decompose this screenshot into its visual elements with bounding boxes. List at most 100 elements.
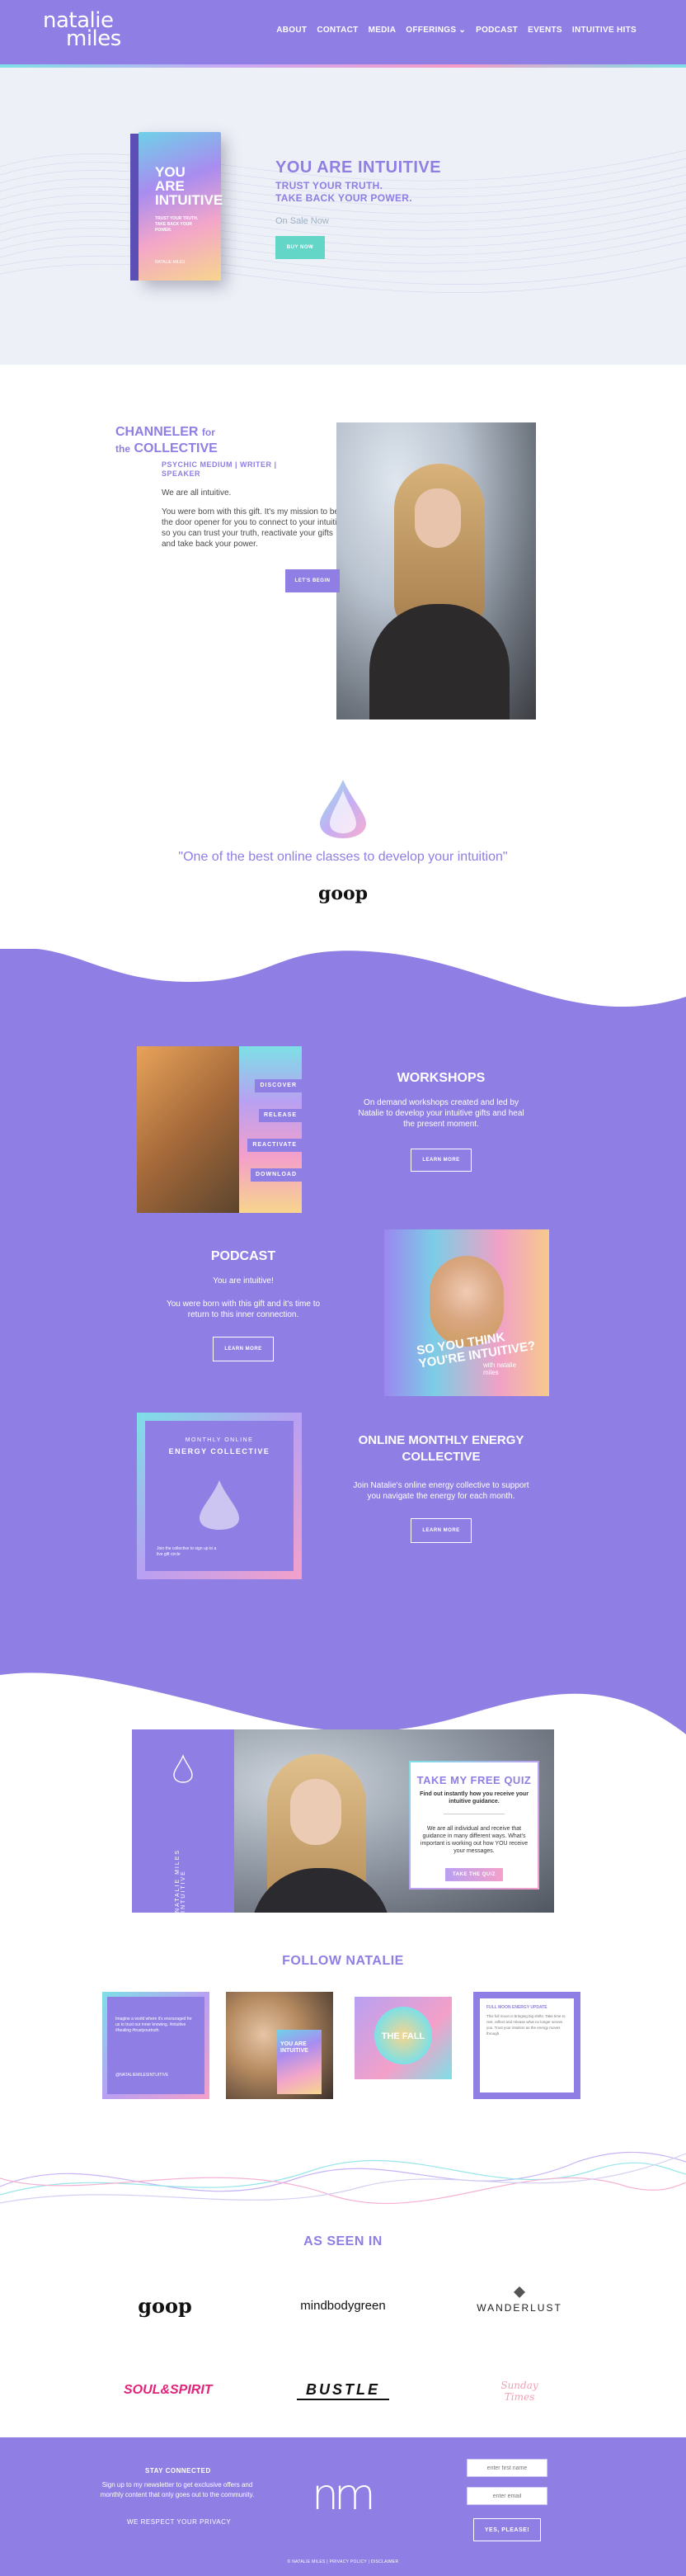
hero-tagline-2: TAKE BACK YOUR POWER. [275,192,412,204]
footer-privacy-note: WE RESPECT YOUR PRIVACY [127,2518,232,2526]
press-logo-soul-spirit: SOUL&SPIRIT [124,2383,213,2397]
workshop-step-discover: DISCOVER [255,1079,302,1092]
instagram-post-1[interactable]: Imagine a world where it's encouraged fo… [102,1992,209,2099]
collective-card-line-1: MONTHLY ONLINE [185,1437,254,1443]
book-cover-title: YOU ARE INTUITIVE [155,164,223,208]
site-header: natalie miles ABOUT CONTACT MEDIA OFFERI… [0,0,686,66]
instagram-post-2[interactable]: YOU ARE INTUITIVE [226,1992,333,2099]
nav-podcast[interactable]: PODCAST [476,26,518,35]
site-logo[interactable]: natalie miles [43,10,121,50]
press-logo-goop: goop [138,2294,192,2318]
workshops-text: On demand workshops created and led by N… [358,1098,524,1129]
wave-lines-background [0,149,686,294]
instagram-post-3-text: THE FALL [381,2031,425,2041]
workshops-image[interactable]: DISCOVER RELEASE REACTIVATE DOWNLOAD [137,1046,302,1213]
instagram-post-4[interactable]: FULL MOON ENERGY UPDATE This full moon i… [473,1992,580,2099]
workshops-title: WORKSHOPS [397,1071,486,1085]
instagram-post-4-text: This full moon is bringing big shifts. T… [486,2014,566,2036]
heading-for: for [201,427,215,438]
on-sale-text: On Sale Now [275,216,329,226]
portrait-body [369,604,510,719]
instagram-post-4-card: FULL MOON ENERGY UPDATE This full moon i… [480,1998,574,2092]
quiz-vertical-text: NATALIE MILES INTUITIVE [175,1848,186,1913]
email-input[interactable] [467,2487,547,2505]
heading-collective: COLLECTIVE [134,441,218,455]
nav-intuitive-hits[interactable]: INTUITIVE HITS [572,26,637,35]
subscribe-button[interactable]: YES, PLEASE! [473,2518,541,2541]
instagram-post-2-book: YOU ARE INTUITIVE [277,2030,322,2094]
press-logo-wanderlust: WANDERLUST [477,2302,562,2314]
portrait-face [415,488,461,548]
channeler-paragraph: You were born with this gift. It's my mi… [162,507,346,549]
workshop-step-release: RELEASE [258,1109,302,1122]
footer-copyright: © NATALIE MILES | PRIVACY POLICY | DISCL… [287,2559,399,2564]
podcast-title: PODCAST [210,1249,276,1263]
droplet-icon [200,1480,239,1530]
instagram-post-1-card: Imagine a world where it's encouraged fo… [107,1997,204,2094]
nav-offerings[interactable]: OFFERINGS ⌄ [406,26,466,35]
footer-title: STAY CONNECTED [145,2467,211,2475]
quiz-card: TAKE MY FREE QUIZ Find out instantly how… [409,1761,539,1890]
press-quote: "One of the best online classes to devel… [178,850,508,864]
nav-media[interactable]: MEDIA [369,26,397,35]
instagram-post-3-card: THE FALL [355,1997,452,2079]
main-nav: ABOUT CONTACT MEDIA OFFERINGS ⌄ PODCAST … [276,26,637,35]
podcast-cover-image[interactable]: SO YOU THINK YOU'RE INTUITIVE? with nata… [384,1229,549,1396]
instagram-post-1-text: Imagine a world where it's encouraged fo… [115,2017,192,2033]
channeler-intro: We are all intuitive. [162,488,232,498]
natalie-portrait-photo [336,422,536,719]
buy-now-button[interactable]: BUY NOW [275,236,325,259]
energy-collective-card: MONTHLY ONLINE ENERGY COLLECTIVE Join th… [145,1421,294,1571]
workshop-step-download: DOWNLOAD [251,1168,302,1182]
first-name-input[interactable] [467,2459,547,2477]
quiz-photo-face [290,1779,341,1845]
quiz-lead-text: Find out instantly how you receive your … [420,1791,529,1805]
channeler-heading: CHANNELER for the COLLECTIVE [115,424,218,457]
quiz-side-panel: NATALIE MILES INTUITIVE [132,1729,234,1913]
wanderlust-diamond-icon [514,2286,525,2298]
book-cover-subtitle: TRUST YOUR TRUTH. TAKE BACK YOUR POWER. [155,216,199,233]
book-cover-author: NATALIE MILES [155,260,186,265]
instagram-post-1-handle: @NATALIEMILESINTUITIVE [115,2073,169,2078]
instagram-post-3[interactable]: THE FALL [350,1992,457,2099]
podcast-text-1: You are intuitive! [213,1276,274,1286]
follow-title: FOLLOW NATALIE [282,1954,404,1968]
goop-logo: goop [317,883,369,904]
nav-about[interactable]: ABOUT [276,26,307,35]
nav-events[interactable]: EVENTS [528,26,562,35]
hero-headline: YOU ARE INTUITIVE [275,158,442,177]
book-cover-image[interactable]: YOU ARE INTUITIVE TRUST YOUR TRUTH. TAKE… [130,132,223,281]
lets-begin-button[interactable]: LET'S BEGIN [285,569,340,592]
workshops-learn-more-button[interactable]: LEARN MORE [411,1149,472,1172]
hero-tagline-1: TRUST YOUR TRUTH. [275,180,383,191]
quiz-body-text: We are all individual and receive that g… [420,1826,529,1854]
collective-learn-more-button[interactable]: LEARN MORE [411,1518,472,1543]
purple-wave-background [0,949,686,1734]
workshops-list-panel: DISCOVER RELEASE REACTIVATE DOWNLOAD [239,1046,302,1213]
droplet-logo-icon [320,780,366,838]
footer-logo[interactable]: nm [312,2470,376,2520]
footer-text: Sign up to my newsletter to get exclusiv… [100,2481,255,2498]
podcast-text-2: You were born with this gift and it's ti… [166,1300,321,1319]
collective-card-caption: Join the collective to sign up to a live… [157,1546,217,1557]
podcast-cover-brand: with natalie miles [483,1361,517,1376]
energy-collective-image[interactable]: MONTHLY ONLINE ENERGY COLLECTIVE Join th… [137,1413,302,1579]
quiz-title: TAKE MY FREE QUIZ [416,1774,532,1786]
press-logo-mindbodygreen: mindbodygreen [300,2299,386,2313]
podcast-learn-more-button[interactable]: LEARN MORE [213,1337,274,1361]
instagram-post-4-title: FULL MOON ENERGY UPDATE [486,2005,547,2010]
hero-section: YOU ARE INTUITIVE TRUST YOUR TRUTH. TAKE… [0,68,686,365]
heading-the: the [115,443,130,455]
workshop-step-reactivate: REACTIVATE [247,1139,302,1152]
press-logo-sunday-times: Sunday Times [500,2380,538,2403]
collective-title: ONLINE MONTHLY ENERGY COLLECTIVE [358,1433,524,1464]
take-quiz-button[interactable]: TAKE THE QUIZ [445,1868,503,1881]
channeler-subtitle: PSYCHIC MEDIUM | WRITER | SPEAKER [162,460,277,478]
site-footer: STAY CONNECTED Sign up to my newsletter … [0,2437,686,2576]
as-seen-in-title: AS SEEN IN [303,2234,383,2248]
book-spine [130,134,139,281]
collective-text: Join Natalie's online energy collective … [353,1481,529,1501]
heading-channeler: CHANNELER [115,425,199,439]
collective-card-line-2: ENERGY COLLECTIVE [168,1447,270,1455]
nav-contact[interactable]: CONTACT [317,26,358,35]
